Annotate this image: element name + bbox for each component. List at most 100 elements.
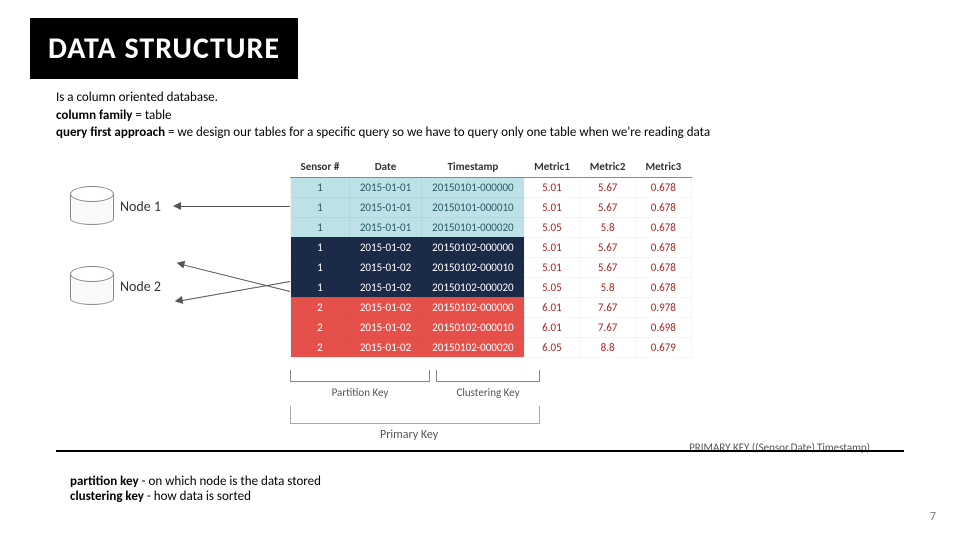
table-cell: 0.698 <box>635 317 691 337</box>
table-cell: 0.678 <box>635 257 691 277</box>
divider <box>56 450 904 452</box>
slide-title: DATA STRUCTURE <box>30 18 298 79</box>
col-sensor: Sensor # <box>291 156 350 178</box>
table-cell: 5.05 <box>524 217 580 237</box>
col-date: Date <box>349 156 421 178</box>
col-metric2: Metric2 <box>580 156 636 178</box>
table-row: 12015-01-0220150102-0000205.055.80.678 <box>291 277 692 297</box>
table-cell: 20150102-000010 <box>422 317 524 337</box>
table-row: 12015-01-0120150101-0000205.055.80.678 <box>291 217 692 237</box>
desc-line-2: column family = table <box>56 107 960 125</box>
table-cell: 2015-01-02 <box>349 297 421 317</box>
table-header-row: Sensor # Date Timestamp Metric1 Metric2 … <box>291 156 692 178</box>
desc-line-3: query first approach = we design our tab… <box>56 124 960 142</box>
table-cell: 5.05 <box>524 277 580 297</box>
table-cell: 20150102-000020 <box>422 277 524 297</box>
table-cell: 2 <box>291 317 350 337</box>
table-cell: 5.8 <box>580 217 636 237</box>
col-metric1: Metric1 <box>524 156 580 178</box>
table-cell: 1 <box>291 177 350 197</box>
table-cell: 5.67 <box>580 257 636 277</box>
primary-key-label: Primary Key <box>380 428 438 442</box>
desc-qf-term: query first approach <box>56 125 165 140</box>
table-cell: 20150102-000000 <box>422 237 524 257</box>
table-cell: 5.01 <box>524 177 580 197</box>
table-cell: 5.67 <box>580 197 636 217</box>
keys-description: partition key - on which node is the dat… <box>70 474 321 504</box>
table-cell: 0.678 <box>635 197 691 217</box>
desc-cf-def: = table <box>132 108 171 123</box>
table-cell: 0.978 <box>635 297 691 317</box>
desc-line-1: Is a column oriented database. <box>56 89 960 107</box>
table-cell: 20150101-000000 <box>422 177 524 197</box>
table-cell: 0.678 <box>635 277 691 297</box>
table-cell: 7.67 <box>580 297 636 317</box>
table-row: 12015-01-0220150102-0000105.015.670.678 <box>291 257 692 277</box>
table-cell: 5.01 <box>524 237 580 257</box>
table-cell: 2015-01-02 <box>349 237 421 257</box>
table-cell: 5.8 <box>580 277 636 297</box>
table-cell: 1 <box>291 277 350 297</box>
table-cell: 2 <box>291 337 350 357</box>
table-cell: 20150102-000010 <box>422 257 524 277</box>
table-cell: 1 <box>291 197 350 217</box>
table-cell: 2015-01-02 <box>349 337 421 357</box>
page-number: 7 <box>930 510 936 524</box>
table-cell: 6.05 <box>524 337 580 357</box>
brace-partition <box>290 370 430 382</box>
node-1-label: Node 1 <box>120 198 161 215</box>
brace-primary <box>290 406 540 424</box>
data-table: Sensor # Date Timestamp Metric1 Metric2 … <box>290 156 692 358</box>
arrow-icon <box>177 281 290 302</box>
col-metric3: Metric3 <box>635 156 691 178</box>
table-cell: 6.01 <box>524 297 580 317</box>
table-cell: 7.67 <box>580 317 636 337</box>
clustering-key-desc: clustering key - how data is sorted <box>70 489 321 504</box>
table-cell: 2 <box>291 297 350 317</box>
table-cell: 0.678 <box>635 177 691 197</box>
table-cell: 20150102-000020 <box>422 337 524 357</box>
desc-cf-term: column family <box>56 108 132 123</box>
pk-def: - on which node is the data stored <box>139 474 321 489</box>
brace-clustering <box>436 370 540 382</box>
table-cell: 5.67 <box>580 237 636 257</box>
table-cell: 2015-01-02 <box>349 317 421 337</box>
table-cell: 2015-01-01 <box>349 217 421 237</box>
col-timestamp: Timestamp <box>422 156 524 178</box>
table-cell: 5.67 <box>580 177 636 197</box>
cylinder-icon <box>70 266 112 308</box>
node-2-label: Node 2 <box>120 278 161 295</box>
desc-qf-def: = we design our tables for a specific qu… <box>165 125 710 140</box>
pk-term: partition key <box>70 474 139 489</box>
table-cell: 0.679 <box>635 337 691 357</box>
node-1: Node 1 <box>70 186 161 228</box>
arrow-icon <box>178 263 290 292</box>
partition-key-label: Partition Key <box>290 386 430 399</box>
table-row: 12015-01-0120150101-0000105.015.670.678 <box>291 197 692 217</box>
diagram: Node 1 Node 2 Sensor # Date Timestamp Me… <box>70 156 890 456</box>
table-row: 12015-01-0220150102-0000005.015.670.678 <box>291 237 692 257</box>
ck-term: clustering key <box>70 489 144 504</box>
table-cell: 1 <box>291 257 350 277</box>
table-cell: 2015-01-02 <box>349 277 421 297</box>
table-row: 22015-01-0220150102-0000106.017.670.698 <box>291 317 692 337</box>
ck-def: - how data is sorted <box>144 489 251 504</box>
table-cell: 0.678 <box>635 217 691 237</box>
table-cell: 20150101-000020 <box>422 217 524 237</box>
table-cell: 2015-01-01 <box>349 177 421 197</box>
table-cell: 2015-01-02 <box>349 257 421 277</box>
partition-key-desc: partition key - on which node is the dat… <box>70 474 321 489</box>
description-block: Is a column oriented database. column fa… <box>56 89 960 142</box>
node-2: Node 2 <box>70 266 161 308</box>
table-cell: 2015-01-01 <box>349 197 421 217</box>
table-cell: 1 <box>291 217 350 237</box>
clustering-key-label: Clustering Key <box>436 386 540 399</box>
arrow-icon <box>175 206 290 207</box>
table-cell: 0.678 <box>635 237 691 257</box>
table-cell: 6.01 <box>524 317 580 337</box>
table-cell: 20150102-000000 <box>422 297 524 317</box>
table-cell: 5.01 <box>524 257 580 277</box>
table-cell: 8.8 <box>580 337 636 357</box>
table-cell: 20150101-000010 <box>422 197 524 217</box>
table-row: 12015-01-0120150101-0000005.015.670.678 <box>291 177 692 197</box>
